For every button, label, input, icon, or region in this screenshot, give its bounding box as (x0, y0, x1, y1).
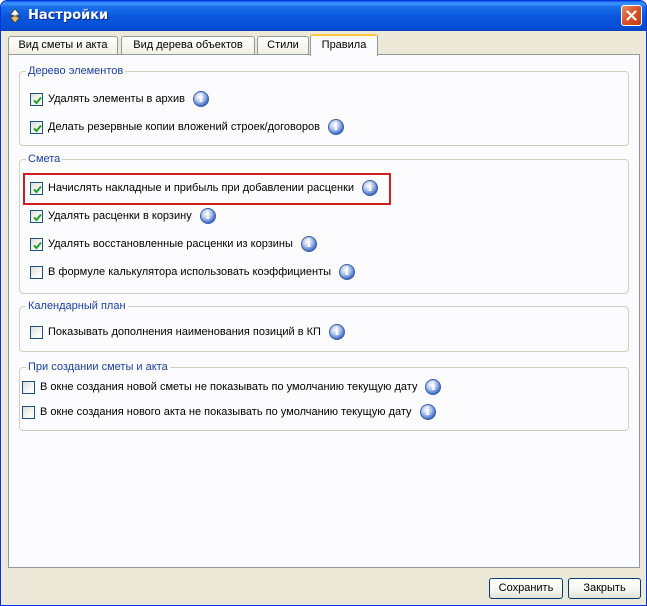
group-estimate-title: Смета (26, 152, 63, 166)
option-delete-to-trash[interactable]: Удалять расценки в корзину i (30, 208, 216, 224)
group-creation-title: При создании сметы и акта (26, 360, 170, 374)
checkbox-hide-date-new-estimate[interactable] (22, 380, 35, 394)
option-label: В формуле калькулятора использовать коэф… (48, 266, 332, 278)
title-bar[interactable]: Настройки (1, 1, 646, 31)
option-label: Удалять расценки в корзину (48, 210, 192, 222)
option-label: Удалять элементы в архив (48, 93, 186, 105)
tab-styles[interactable]: Стили (257, 36, 309, 55)
tab-tree-view[interactable]: Вид дерева объектов (121, 36, 255, 55)
group-calendar-title: Календарный план (26, 299, 128, 313)
checkbox-hide-date-new-act[interactable] (22, 405, 35, 419)
group-tree: Дерево элементов Удалять элементы в архи… (19, 64, 629, 146)
checkbox-show-position-additions[interactable] (30, 325, 43, 339)
checkbox-delete-to-trash[interactable] (30, 209, 43, 223)
app-icon (7, 8, 23, 24)
checkmark-icon (33, 241, 42, 249)
option-label: В окне создания нового акта не показыват… (40, 406, 412, 418)
option-delete-restored[interactable]: Удалять восстановленные расценки из корз… (30, 236, 317, 252)
option-label: В окне создания новой сметы не показыват… (40, 381, 418, 393)
group-creation: При создании сметы и акта В окне создани… (19, 360, 629, 431)
option-hide-date-new-act[interactable]: В окне создания нового акта не показыват… (22, 404, 436, 420)
settings-window: Настройки Вид сметы и акта Вид дерева об… (0, 0, 647, 606)
close-button[interactable]: Закрыть (568, 578, 641, 599)
info-icon[interactable]: i (419, 404, 436, 420)
info-icon[interactable]: i (328, 324, 345, 340)
option-label: Показывать дополнения наименования позиц… (48, 326, 321, 338)
option-delete-to-archive[interactable]: Удалять элементы в архив i (30, 91, 210, 107)
option-calculator-coefficients[interactable]: В формуле калькулятора использовать коэф… (30, 264, 356, 280)
info-icon[interactable]: i (327, 119, 344, 135)
info-icon[interactable]: i (425, 379, 442, 395)
rules-panel: Дерево элементов Удалять элементы в архи… (8, 54, 640, 568)
info-icon[interactable]: i (339, 264, 356, 280)
close-icon (626, 10, 637, 21)
checkmark-icon (33, 213, 42, 221)
tab-estimate-view[interactable]: Вид сметы и акта (8, 36, 118, 55)
save-button[interactable]: Сохранить (489, 578, 563, 599)
tab-rules[interactable]: Правила (310, 34, 378, 56)
group-calendar: Календарный план Показывать дополнения н… (19, 299, 629, 352)
group-tree-title: Дерево элементов (26, 64, 126, 78)
checkbox-delete-restored[interactable] (30, 237, 43, 251)
highlight-frame (23, 173, 391, 205)
checkmark-icon (33, 124, 42, 132)
option-label: Удалять восстановленные расценки из корз… (48, 238, 293, 250)
window-title: Настройки (28, 8, 109, 23)
checkbox-backup-attachments[interactable] (30, 120, 43, 134)
checkmark-icon (33, 96, 42, 104)
info-icon[interactable]: i (193, 91, 210, 107)
info-icon[interactable]: i (199, 208, 216, 224)
option-label: Делать резервные копии вложений строек/д… (48, 121, 320, 133)
option-backup-attachments[interactable]: Делать резервные копии вложений строек/д… (30, 119, 344, 135)
info-icon[interactable]: i (300, 236, 317, 252)
option-show-position-additions[interactable]: Показывать дополнения наименования позиц… (30, 324, 345, 340)
option-hide-date-new-estimate[interactable]: В окне создания новой сметы не показыват… (22, 379, 442, 395)
checkbox-delete-to-archive[interactable] (30, 92, 43, 106)
checkbox-calculator-coefficients[interactable] (30, 265, 43, 279)
close-window-button[interactable] (621, 5, 642, 26)
